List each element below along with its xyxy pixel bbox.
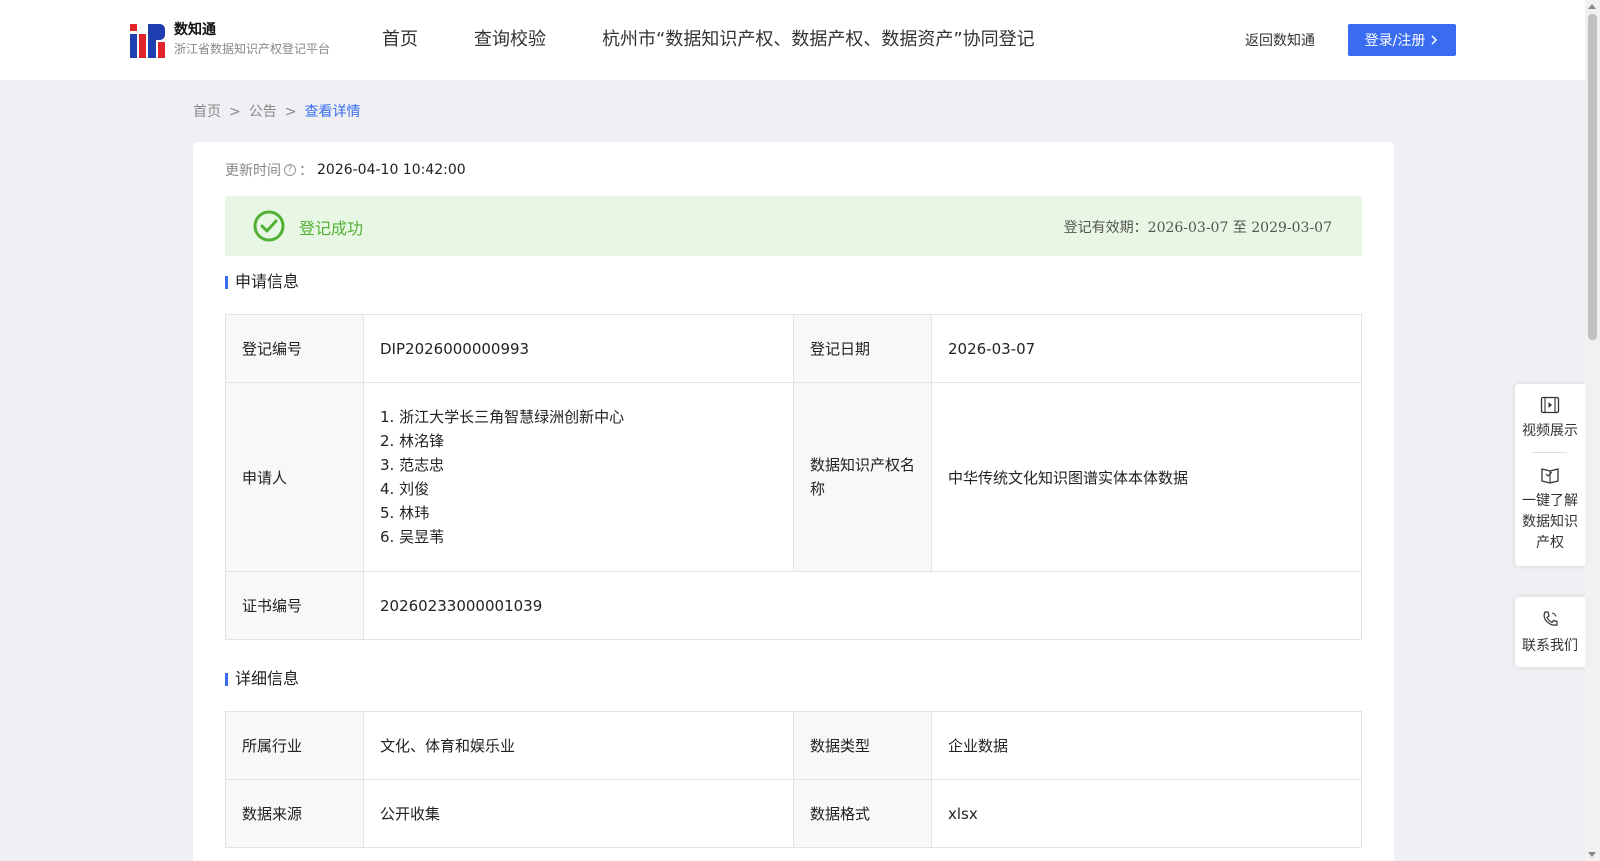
float-panel-bottom: 联系我们	[1515, 597, 1585, 667]
status-text: 登记成功	[299, 219, 364, 238]
format-value: xlsx	[931, 779, 1362, 848]
application-table: 登记编号 DIP2026000000993 登记日期 2026-03-07 申请…	[225, 314, 1362, 640]
page-scrollbar[interactable]	[1585, 0, 1600, 861]
site-logo[interactable]: 数知通 浙江省数据知识产权登记平台	[130, 20, 330, 58]
scroll-thumb[interactable]	[1588, 14, 1597, 340]
cell-label: 登记编号	[225, 314, 364, 383]
top-header: 数知通 浙江省数据知识产权登记平台 首页 查询校验 杭州市“数据知识产权、数据产…	[0, 0, 1585, 80]
scroll-down-arrow-icon[interactable]	[1588, 852, 1596, 857]
breadcrumb-separator: >	[284, 104, 297, 120]
book-icon	[1541, 468, 1559, 484]
status-banner: 登记成功 登记有效期：2026-03-07 至 2029-03-07	[225, 196, 1362, 256]
learn-label: 一键了解数据知识产权	[1522, 493, 1578, 551]
section-title-details: 详细信息	[225, 669, 299, 689]
applicants-cell: 1. 浙江大学长三角智慧绿洲创新中心 2. 林洺锋 3. 范志忠 4. 刘俊 5…	[363, 382, 794, 572]
logo-subtitle: 浙江省数据知识产权登记平台	[174, 42, 331, 56]
logo-icon	[130, 20, 166, 58]
video-icon	[1540, 396, 1560, 414]
chevron-right-icon	[1431, 35, 1438, 45]
contact-label: 联系我们	[1522, 638, 1578, 654]
check-circle-icon	[253, 210, 285, 242]
validity-value: 2026-03-07 至 2029-03-07	[1147, 220, 1332, 236]
breadcrumb: 首页 > 公告 > 查看详情	[193, 101, 360, 121]
cell-label: 证书编号	[225, 571, 364, 640]
data-type-value: 企业数据	[931, 711, 1362, 780]
login-register-button[interactable]: 登录/注册	[1348, 24, 1456, 56]
reg-number-value: DIP2026000000993	[363, 314, 794, 383]
validity-label: 登记有效期：	[1063, 220, 1148, 236]
source-value: 公开收集	[363, 779, 794, 848]
contact-us-button[interactable]: 联系我们	[1515, 597, 1585, 667]
breadcrumb-home[interactable]: 首页	[193, 104, 221, 120]
main-nav: 首页 查询校验 杭州市“数据知识产权、数据产权、数据资产”协同登记	[382, 26, 1091, 54]
cell-label: 申请人	[225, 382, 364, 572]
login-label: 登录/注册	[1364, 33, 1426, 49]
cell-label: 所属行业	[225, 711, 364, 780]
update-time: 更新时间 ? ： 2026-04-10 10:42:00	[225, 160, 466, 180]
logo-title: 数知通	[174, 22, 216, 38]
phone-icon	[1543, 611, 1558, 626]
applicant-item: 2. 林洺锋	[380, 432, 445, 450]
breadcrumb-separator: >	[229, 104, 241, 120]
applicant-item: 1. 浙江大学长三角智慧绿洲创新中心	[380, 408, 625, 426]
breadcrumb-current: 查看详情	[304, 104, 361, 120]
reg-date-value: 2026-03-07	[931, 314, 1362, 383]
cell-label: 数据来源	[225, 779, 364, 848]
video-showcase-button[interactable]: 视频展示	[1515, 384, 1585, 452]
video-label: 视频展示	[1522, 423, 1578, 439]
cell-label: 数据格式	[793, 779, 932, 848]
table-row: 数据来源 公开收集 数据格式 xlsx	[225, 779, 1362, 848]
ip-name-value: 中华传统文化知识图谱实体本体数据	[931, 382, 1362, 572]
learn-ip-button[interactable]: 一键了解数据知识产权	[1515, 453, 1585, 566]
cell-label: 登记日期	[793, 314, 932, 383]
applicant-item: 4. 刘俊	[380, 480, 430, 498]
table-row: 申请人 1. 浙江大学长三角智慧绿洲创新中心 2. 林洺锋 3. 范志忠 4. …	[225, 382, 1362, 572]
detail-card: 更新时间 ? ： 2026-04-10 10:42:00 登记成功 登记有效期：…	[193, 142, 1394, 861]
validity-period: 登记有效期：2026-03-07 至 2029-03-07	[1064, 217, 1332, 237]
applicant-item: 3. 范志忠	[380, 456, 445, 474]
scroll-up-arrow-icon[interactable]	[1588, 4, 1596, 9]
details-table: 所属行业 文化、体育和娱乐业 数据类型 企业数据 数据来源 公开收集 数据格式 …	[225, 711, 1362, 848]
nav-home[interactable]: 首页	[382, 26, 418, 54]
cert-number-value: 20260233000001039	[363, 571, 1362, 640]
applicant-item: 5. 林玮	[380, 504, 430, 522]
help-icon[interactable]: ?	[284, 164, 296, 176]
update-label: 更新时间	[225, 163, 281, 179]
float-panel-top: 视频展示 一键了解数据知识产权	[1515, 384, 1585, 566]
cell-label: 数据类型	[793, 711, 932, 780]
breadcrumb-notice[interactable]: 公告	[249, 104, 277, 120]
update-colon: ：	[299, 163, 313, 179]
nav-hangzhou-registration[interactable]: 杭州市“数据知识产权、数据产权、数据资产”协同登记	[602, 26, 1035, 54]
table-row: 登记编号 DIP2026000000993 登记日期 2026-03-07	[225, 314, 1362, 383]
section-title-application: 申请信息	[225, 272, 299, 292]
nav-query[interactable]: 查询校验	[474, 26, 546, 54]
cell-label: 数据知识产权名称	[793, 382, 932, 572]
table-row: 所属行业 文化、体育和娱乐业 数据类型 企业数据	[225, 711, 1362, 780]
table-row: 证书编号 20260233000001039	[225, 571, 1362, 640]
industry-value: 文化、体育和娱乐业	[363, 711, 794, 780]
applicant-item: 6. 吴昱苇	[380, 528, 445, 546]
update-value: 2026-04-10 10:42:00	[317, 162, 466, 178]
back-to-shuzhitong-link[interactable]: 返回数知通	[1245, 30, 1315, 50]
